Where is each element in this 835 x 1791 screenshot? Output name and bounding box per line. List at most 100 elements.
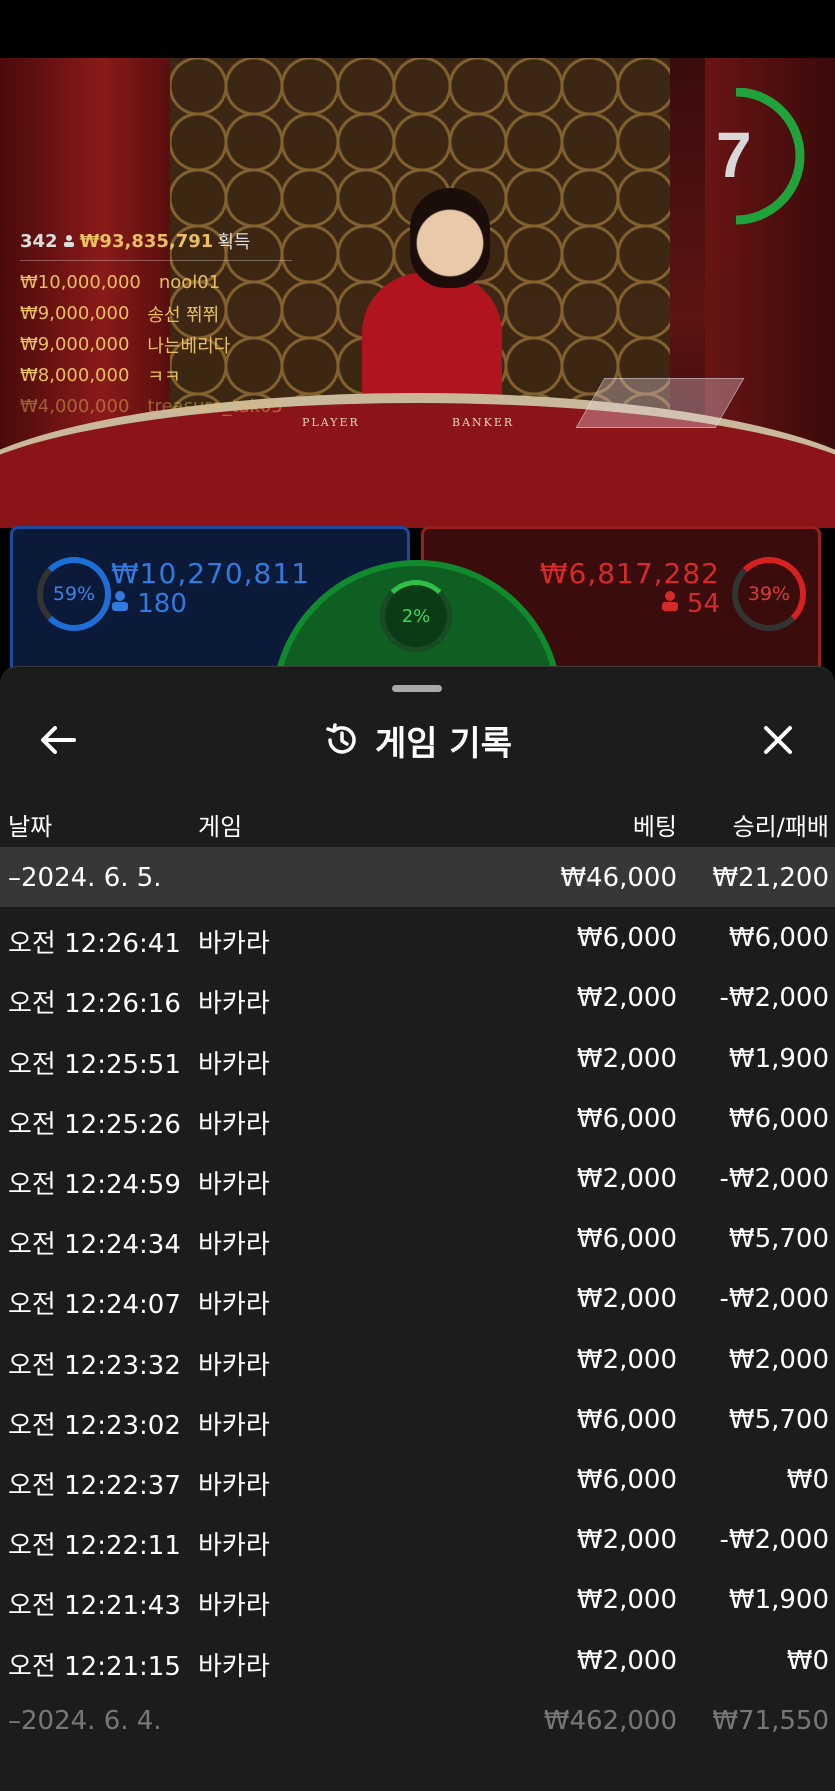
history-row[interactable]: 오전 12:25:51 바카라 ₩2,000 ₩1,900 bbox=[0, 1028, 835, 1088]
row-game: 바카라 bbox=[198, 1170, 270, 1200]
winner-amount: ₩9,000,000 bbox=[20, 303, 130, 324]
table-label-banker: BANKER bbox=[452, 416, 515, 429]
row-result: ₩2,000 bbox=[728, 1344, 829, 1375]
winner-row: ₩8,000,000 ㅋㅋ bbox=[20, 360, 320, 391]
winner-amount: ₩4,000,000 bbox=[20, 396, 130, 417]
row-bet: ₩2,000 bbox=[576, 983, 677, 1014]
winner-name: nool01 bbox=[158, 272, 221, 293]
history-row[interactable]: 오전 12:23:32 바카라 ₩2,000 ₩2,000 bbox=[0, 1329, 835, 1389]
row-bet: ₩6,000 bbox=[576, 1465, 677, 1495]
row-time: 오전 12:21:43 bbox=[8, 1591, 181, 1622]
row-time: 오전 12:26:41 bbox=[8, 929, 181, 960]
winner-row: ₩10,000,000 nool01 bbox=[20, 267, 320, 298]
history-row[interactable]: 오전 12:24:07 바카라 ₩2,000 -₩2,000 bbox=[0, 1268, 835, 1328]
row-time: 오전 12:26:16 bbox=[8, 989, 181, 1020]
row-time: 오전 12:23:32 bbox=[8, 1350, 181, 1381]
winner-name: treasure_tak05 bbox=[147, 396, 283, 417]
group-date: –2024. 6. 5. bbox=[8, 863, 162, 893]
row-result: ₩1,900 bbox=[728, 1043, 829, 1074]
tie-percent-ring: 2% bbox=[380, 580, 452, 652]
row-game: 바카라 bbox=[198, 1109, 270, 1140]
row-result: -₩2,000 bbox=[719, 1525, 829, 1556]
row-game: 바카라 bbox=[198, 1290, 270, 1321]
history-row[interactable]: 오전 12:22:37 바카라 ₩6,000 ₩0 bbox=[0, 1449, 835, 1509]
column-date: 날짜 bbox=[8, 813, 53, 841]
row-bet: ₩6,000 bbox=[576, 923, 677, 954]
row-result: ₩5,700 bbox=[728, 1404, 829, 1435]
row-bet: ₩6,000 bbox=[576, 1103, 677, 1134]
row-game: 바카라 bbox=[198, 1531, 270, 1562]
row-game: 바카라 bbox=[198, 1651, 270, 1682]
row-bet: ₩2,000 bbox=[576, 1525, 677, 1556]
row-time: 오전 12:22:11 bbox=[8, 1531, 181, 1562]
row-game: 바카라 bbox=[198, 1350, 270, 1381]
row-result: -₩2,000 bbox=[719, 1284, 829, 1315]
winner-name: ㅋㅋ bbox=[147, 366, 181, 388]
winner-row: ₩4,000,000 treasure_tak05 bbox=[20, 391, 320, 422]
winners-list: ₩10,000,000 nool01 ₩9,000,000 송선 쮜쮜 ₩9,000,0… bbox=[20, 267, 320, 422]
winner-amount: ₩8,000,000 bbox=[20, 365, 130, 386]
history-row[interactable]: 오전 12:26:41 바카라 ₩6,000 ₩6,000 bbox=[0, 907, 835, 967]
dealer-head bbox=[410, 188, 490, 288]
banker-percent-ring: 39% bbox=[732, 557, 806, 631]
row-time: 오전 12:22:37 bbox=[8, 1471, 181, 1501]
winner-amount: ₩10,000,000 bbox=[20, 272, 141, 293]
history-row[interactable]: 오전 12:23:02 바카라 ₩6,000 ₩5,700 bbox=[0, 1389, 835, 1449]
game-history-sheet: 게임 기록 날짜 게임 베팅 승리/패배 –2024. 6. 5. ₩46,000… bbox=[0, 666, 835, 1791]
history-date-group[interactable]: –2024. 6. 5. ₩46,000 ₩21,200 bbox=[0, 847, 835, 907]
row-bet: ₩2,000 bbox=[576, 1043, 677, 1074]
history-row[interactable]: 오전 12:24:59 바카라 ₩2,000 -₩2,000 bbox=[0, 1148, 835, 1208]
winners-label: 획득 bbox=[217, 232, 251, 253]
history-row[interactable]: 오전 12:24:34 바카라 ₩6,000 ₩5,700 bbox=[0, 1208, 835, 1268]
close-button[interactable] bbox=[748, 715, 808, 765]
row-result: ₩0 bbox=[786, 1465, 829, 1495]
winner-name: 송선 쮜쮜 bbox=[147, 304, 220, 326]
sheet-drag-handle[interactable] bbox=[392, 685, 442, 692]
row-bet: ₩2,000 bbox=[576, 1645, 677, 1676]
column-game: 게임 bbox=[198, 813, 243, 841]
winner-amount: ₩9,000,000 bbox=[20, 334, 130, 355]
history-row[interactable]: 오전 12:22:11 바카라 ₩2,000 -₩2,000 bbox=[0, 1509, 835, 1569]
winner-row: ₩9,000,000 나는베리다 bbox=[20, 329, 320, 360]
status-bar bbox=[0, 0, 835, 58]
sheet-title: 게임 기록 bbox=[375, 723, 512, 764]
row-result: -₩2,000 bbox=[719, 983, 829, 1014]
group-result-total: ₩21,200 bbox=[712, 863, 829, 893]
group-bet-total: ₩462,000 bbox=[543, 1705, 677, 1736]
group-date: –2024. 6. 4. bbox=[8, 1705, 162, 1736]
row-game: 바카라 bbox=[198, 1591, 270, 1622]
group-result-total: ₩71,550 bbox=[712, 1705, 829, 1736]
row-result: ₩5,700 bbox=[728, 1224, 829, 1255]
banker-bettor-count-value: 54 bbox=[686, 589, 720, 619]
person-icon bbox=[112, 591, 128, 611]
group-bet-total: ₩46,000 bbox=[560, 863, 677, 893]
player-bettor-count-value: 180 bbox=[137, 589, 187, 619]
row-time: 오전 12:21:15 bbox=[8, 1651, 181, 1682]
close-icon bbox=[764, 726, 792, 754]
row-result: -₩2,000 bbox=[719, 1164, 829, 1194]
winners-count: 342 bbox=[20, 230, 58, 252]
row-result: ₩6,000 bbox=[728, 1103, 829, 1134]
winners-total: ₩93,835,791 bbox=[79, 230, 214, 252]
winners-header: 342 ₩93,835,791 획득 bbox=[20, 228, 292, 261]
player-percent-ring: 59% bbox=[37, 557, 111, 631]
history-icon bbox=[326, 723, 356, 754]
column-bet: 베팅 bbox=[632, 813, 677, 841]
row-game: 바카라 bbox=[198, 1230, 270, 1261]
history-row[interactable]: 오전 12:21:15 바카라 ₩2,000 ₩0 bbox=[0, 1630, 835, 1690]
history-date-group[interactable]: –2024. 6. 4. ₩462,000 ₩71,550 bbox=[0, 1690, 835, 1750]
history-row[interactable]: 오전 12:21:43 바카라 ₩2,000 ₩1,900 bbox=[0, 1569, 835, 1629]
row-result: ₩0 bbox=[786, 1645, 829, 1676]
row-bet: ₩6,000 bbox=[576, 1224, 677, 1255]
row-time: 오전 12:23:02 bbox=[8, 1410, 181, 1441]
row-time: 오전 12:24:07 bbox=[8, 1290, 181, 1321]
row-game: 바카라 bbox=[198, 1471, 270, 1501]
history-row[interactable]: 오전 12:25:26 바카라 ₩6,000 ₩6,000 bbox=[0, 1088, 835, 1148]
row-game: 바카라 bbox=[198, 929, 270, 960]
person-icon bbox=[63, 235, 74, 247]
row-time: 오전 12:25:51 bbox=[8, 1049, 181, 1080]
history-column-headers: 날짜 게임 베팅 승리/패배 bbox=[0, 797, 835, 847]
player-bet-amount: ₩10,270,811 bbox=[111, 557, 311, 590]
row-game: 바카라 bbox=[198, 1410, 270, 1441]
history-row[interactable]: 오전 12:26:16 바카라 ₩2,000 -₩2,000 bbox=[0, 967, 835, 1027]
